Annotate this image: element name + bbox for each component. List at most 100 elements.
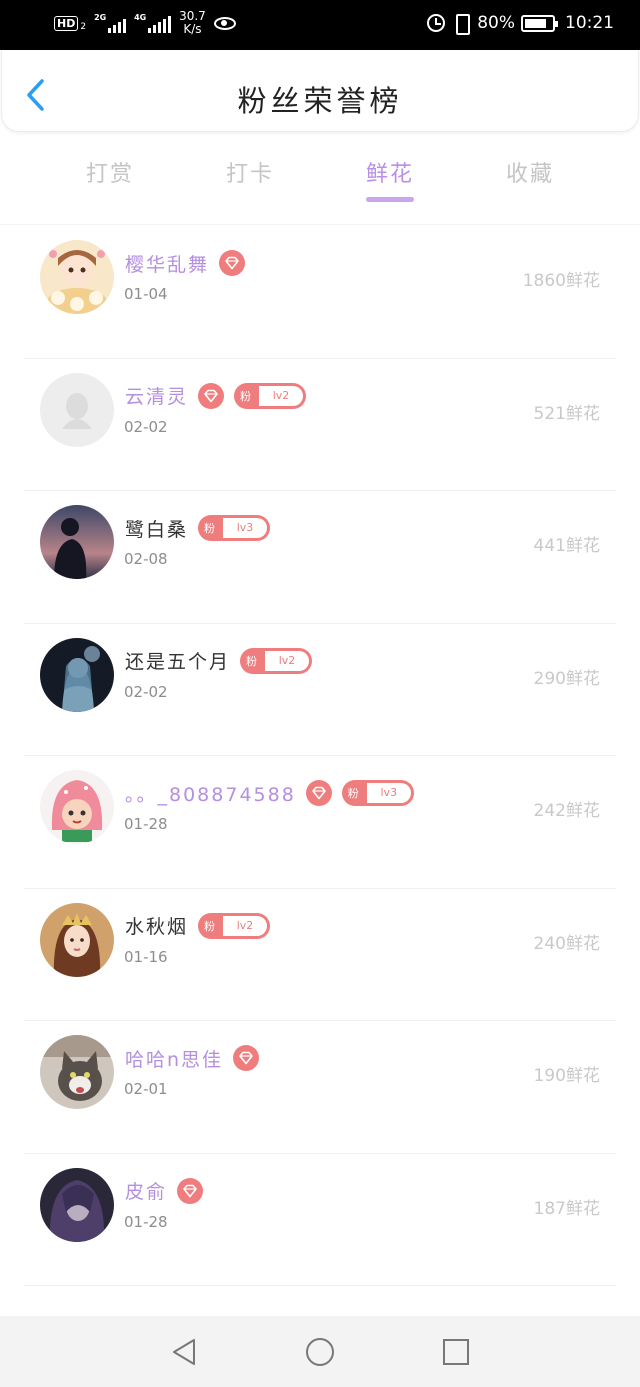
username[interactable]: 。。_808874588: [125, 780, 296, 807]
nav-back-button[interactable]: [168, 1336, 200, 1368]
name-line: 还是五个月 粉 lv2: [125, 646, 313, 676]
fan-badge-prefix: 粉: [204, 919, 216, 933]
avatar[interactable]: [40, 1035, 114, 1109]
divider: [0, 224, 640, 225]
eye-comfort-icon: [213, 16, 236, 30]
tab-checkin[interactable]: 打卡: [200, 156, 300, 188]
flower-count: 190鲜花: [533, 1066, 600, 1086]
diamond-icon: [198, 382, 225, 409]
tab-bar: 打赏 打卡 鲜花 收藏: [0, 150, 640, 206]
network-speed: 30.7 K/s: [179, 10, 206, 36]
hd-voice-indicator: HD: [54, 15, 79, 31]
gift-date: 02-08: [124, 550, 168, 568]
username[interactable]: 水秋烟: [125, 912, 188, 939]
gift-date: 01-28: [124, 815, 168, 833]
gift-date: 02-02: [124, 417, 168, 436]
fan-level-badge: 粉 lv2: [198, 912, 271, 939]
avatar[interactable]: [40, 1167, 114, 1242]
fan-badge-prefix: 粉: [246, 654, 258, 668]
network-speed-unit: K/s: [183, 22, 202, 36]
circle-home-icon: [306, 1338, 334, 1366]
name-line: 皮俞: [125, 1176, 204, 1206]
list-item[interactable]: 皮俞 01-28 187鲜花: [0, 1154, 640, 1287]
avatar[interactable]: [40, 240, 114, 314]
list-item[interactable]: 水秋烟 粉 lv2 01-16 240鲜花: [0, 889, 640, 1022]
diamond-icon: [177, 1177, 204, 1204]
name-line: 水秋烟 粉 lv2: [125, 911, 271, 941]
flower-count: 240鲜花: [533, 933, 600, 954]
fan-level: lv3: [366, 783, 411, 803]
gift-date: 02-02: [124, 682, 168, 701]
fan-level-badge: 粉 lv2: [240, 647, 313, 674]
fan-ranking-list: 樱华乱舞 01-04 1860鲜花 云清灵粉 lv2 02-02 521鲜花 鹭白桑粉 lv…: [0, 226, 640, 1316]
system-nav-bar: [0, 1316, 640, 1387]
gift-date: 01-28: [124, 1212, 168, 1231]
tab-flowers[interactable]: 鲜花: [340, 156, 440, 188]
sim2-label: 2: [80, 22, 87, 32]
username[interactable]: 鹭白桑: [125, 515, 188, 542]
username[interactable]: 皮俞: [125, 1177, 167, 1204]
name-line: 鹭白桑 粉 lv3: [125, 513, 271, 543]
name-line: 。。_808874588 粉 lv3: [125, 778, 414, 808]
fan-badge-prefix: 粉: [240, 389, 252, 403]
name-line: 云清灵 粉 lv2: [125, 381, 307, 411]
signal-4g-icon: 4G: [134, 13, 172, 33]
fan-level: lv3: [223, 518, 268, 538]
signal-2g-icon: 2G: [94, 13, 127, 33]
avatar[interactable]: [40, 902, 114, 977]
diamond-icon: [233, 1045, 260, 1071]
list-item[interactable]: 樱华乱舞 01-04 1860鲜花: [0, 226, 640, 359]
avatar[interactable]: [40, 372, 114, 447]
name-line: 哈哈n思佳: [125, 1043, 260, 1073]
page-title: 粉丝荣誉榜: [237, 84, 403, 118]
avatar[interactable]: [40, 637, 114, 712]
square-recents-icon: [443, 1339, 469, 1365]
fan-level: lv2: [223, 915, 268, 936]
username[interactable]: 樱华乱舞: [125, 250, 209, 277]
flower-count: 187鲜花: [533, 1198, 600, 1219]
app-header: 粉丝荣誉榜: [1, 50, 639, 132]
gift-date: 01-04: [124, 285, 168, 303]
battery-percent: 80%: [477, 13, 515, 33]
nav-home-button[interactable]: [304, 1336, 336, 1368]
avatar[interactable]: [40, 505, 114, 579]
avatar[interactable]: [40, 770, 114, 844]
flower-count: 290鲜花: [533, 668, 600, 689]
diamond-icon: [305, 780, 332, 806]
name-line: 樱华乱舞: [125, 248, 246, 278]
fan-level-badge: 粉 lv2: [234, 382, 307, 409]
username[interactable]: 哈哈n思佳: [125, 1045, 223, 1072]
flower-count: 242鲜花: [533, 801, 600, 821]
triangle-back-icon: [173, 1339, 195, 1365]
flower-count: 441鲜花: [533, 536, 600, 556]
status-left: HD 2 2G 4G 30.7 K/s: [54, 10, 236, 36]
flower-count: 521鲜花: [533, 403, 600, 424]
vibrate-icon: [451, 13, 471, 35]
gift-date: 02-01: [124, 1080, 168, 1098]
list-item[interactable]: 还是五个月 粉 lv2 02-02 290鲜花: [0, 624, 640, 757]
battery-icon: [521, 14, 558, 32]
tab-favorites[interactable]: 收藏: [480, 156, 580, 188]
list-item[interactable]: 云清灵 粉 lv2 02-02 521鲜花: [0, 359, 640, 492]
gift-date: 01-16: [124, 947, 168, 966]
fan-level: lv2: [259, 385, 304, 406]
nav-recents-button[interactable]: [440, 1336, 472, 1368]
status-bar: HD 2 2G 4G 30.7 K/s 80% 10:21: [0, 0, 640, 50]
username[interactable]: 云清灵: [125, 382, 188, 409]
username[interactable]: 还是五个月: [125, 647, 230, 674]
tab-reward[interactable]: 打赏: [60, 156, 160, 188]
list-item[interactable]: 。。_808874588 粉 lv3 01-28 242鲜花: [0, 756, 640, 889]
fan-badge-prefix: 粉: [204, 522, 216, 535]
clock: 10:21: [565, 13, 614, 33]
fan-badge-prefix: 粉: [347, 787, 359, 800]
alarm-icon: [427, 14, 446, 32]
fan-level-badge: 粉 lv3: [341, 780, 414, 806]
flower-count: 1860鲜花: [522, 271, 600, 291]
diamond-icon: [219, 250, 246, 276]
list-item[interactable]: 哈哈n思佳 02-01 190鲜花: [0, 1021, 640, 1154]
active-tab-indicator: [366, 197, 414, 202]
status-right: 80% 10:21: [427, 13, 614, 35]
fan-level-badge: 粉 lv3: [198, 515, 271, 541]
list-item[interactable]: 鹭白桑 粉 lv3 02-08 441鲜花: [0, 491, 640, 624]
fan-level: lv2: [265, 650, 310, 671]
